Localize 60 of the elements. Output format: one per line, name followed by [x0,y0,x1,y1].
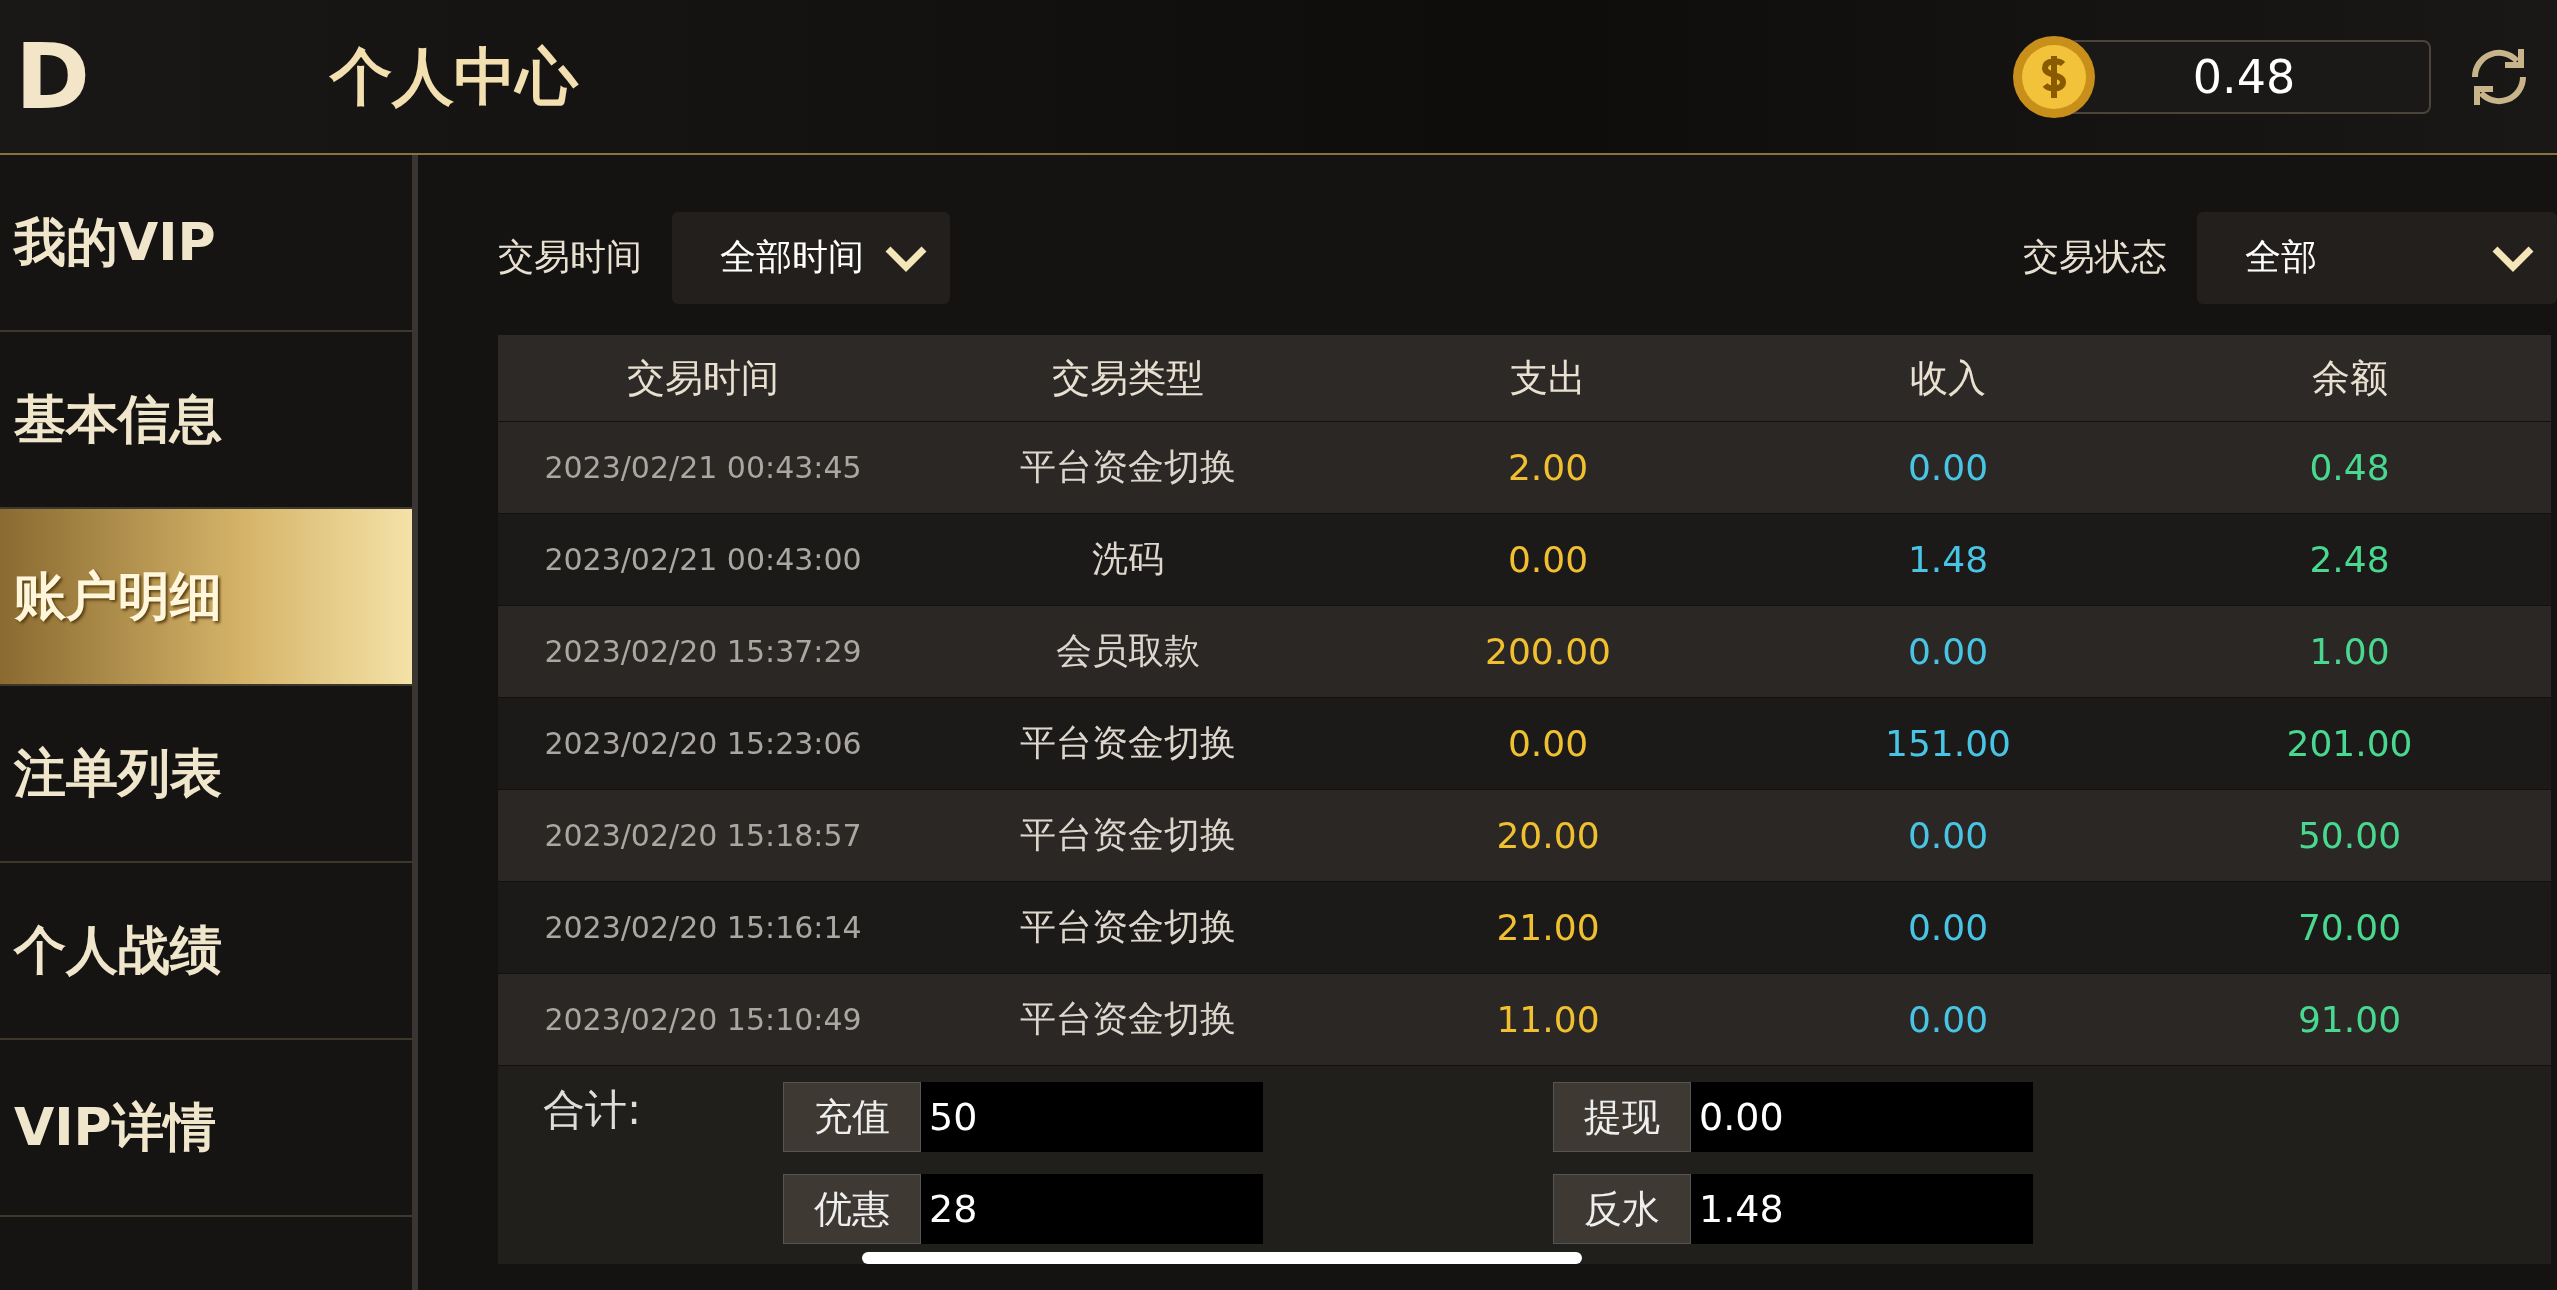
table-cell-text: 0.00 [1906,631,1990,672]
filter-label: 交易时间 [498,235,642,279]
table-cell-text: 平台资金切换 [1019,721,1237,765]
total-value: 1.48 [1691,1174,2033,1244]
table-cell-text: 2.00 [1506,447,1590,488]
table-cell-text: 11.00 [1495,999,1601,1040]
table-cell-text: 0.00 [1906,815,1990,856]
table-cell-text: 91.00 [2296,999,2403,1040]
table-cell-text: 2.48 [2308,539,2391,580]
column-header: 交易类型 [1051,354,1205,402]
column-header: 支出 [1509,354,1587,402]
total-label: 充值 [783,1082,921,1152]
table-cell-text: 0.00 [1506,539,1590,580]
table-cell-text: 0.48 [2308,447,2391,488]
table-cell-text: 2023/02/20 15:16:14 [543,910,863,945]
table-cell-text: 201.00 [2285,723,2414,764]
table-cell-text: 50.00 [2296,815,2403,856]
table-cell-text: 21.00 [1495,907,1601,948]
filter-dropdown[interactable]: 全部 [2197,211,2557,304]
table-cell-text: 2023/02/21 00:43:00 [543,542,863,577]
table-cell-text: 2023/02/20 15:10:49 [543,1002,863,1037]
sidebar-item[interactable]: 注单列表 [0,686,412,863]
column-header: 收入 [1909,354,1987,402]
total-value: 50 [921,1082,1263,1152]
table-cell-text: 0.00 [1906,447,1990,488]
total-label: 提现 [1553,1082,1691,1152]
table-cell-text: 平台资金切换 [1019,997,1237,1041]
coin-icon [2011,33,2097,120]
table-cell-text: 1.48 [1906,539,1990,580]
table-cell-text: 1.00 [2308,631,2391,672]
table-cell-text: 2023/02/20 15:37:29 [543,634,863,669]
table-cell-text: 0.00 [1906,999,1990,1040]
total-label: 反水 [1553,1174,1691,1244]
table-cell-text: 洗码 [1091,537,1165,581]
total-label: 优惠 [783,1174,921,1244]
table-cell-text: 平台资金切换 [1019,813,1237,857]
table-cell-text: 70.00 [2296,907,2403,948]
totals-label: 合计: [543,1084,643,1136]
filter-dropdown[interactable]: 全部时间 [672,211,950,304]
back-button[interactable]: D [0,31,90,122]
total-value: 28 [921,1174,1263,1244]
sidebar-item[interactable]: 个人战绩 [0,863,412,1040]
table-cell-text: 平台资金切换 [1019,905,1237,949]
sidebar-item[interactable]: 我的VIP [0,155,412,332]
table-cell-text: 0.00 [1506,723,1590,764]
table-cell-text: 200.00 [1484,631,1612,672]
sidebar-item[interactable]: VIP详情 [0,1040,412,1217]
filter-label: 交易状态 [2023,235,2167,279]
table-cell-text: 20.00 [1495,815,1601,856]
table-cell-text: 2023/02/20 15:23:06 [543,726,863,761]
column-header: 余额 [2310,354,2389,402]
table-cell-text: 平台资金切换 [1019,445,1237,489]
table-cell-text: 0.00 [1906,907,1990,948]
total-value: 0.00 [1691,1082,2033,1152]
column-header: 交易时间 [626,354,780,402]
table-cell-text: 2023/02/20 15:18:57 [543,818,863,853]
table-cell-text: 2023/02/21 00:43:45 [543,450,863,485]
table-cell-text: 会员取款 [1055,629,1201,673]
page-title: 个人中心 [330,38,580,115]
table-cell-text: 151.00 [1884,723,2012,764]
